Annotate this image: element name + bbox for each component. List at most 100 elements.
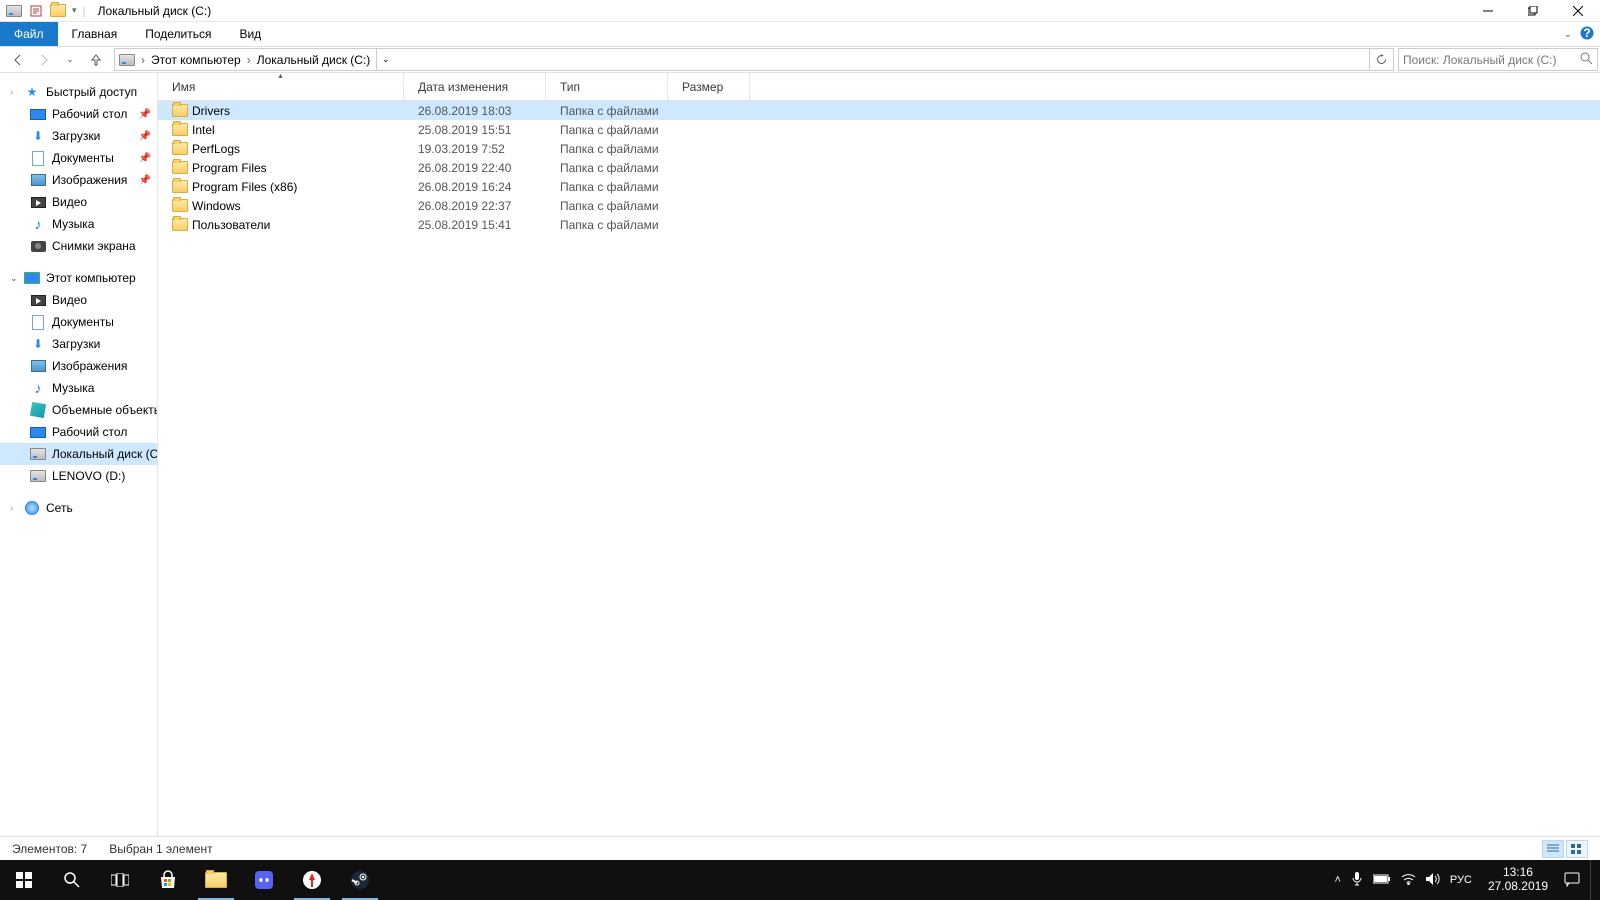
address-dropdown-icon[interactable]: ⌄	[376, 49, 394, 70]
column-date[interactable]: Дата изменения	[404, 73, 546, 100]
file-date: 26.08.2019 22:40	[418, 161, 511, 175]
show-desktop-button[interactable]	[1590, 860, 1596, 900]
nav-quick-access[interactable]: › ★ Быстрый доступ	[0, 81, 157, 103]
column-label: Тип	[560, 80, 580, 94]
taskbar-discord[interactable]	[240, 860, 288, 900]
column-label: Дата изменения	[418, 80, 508, 94]
folder-icon	[172, 122, 188, 138]
file-date: 26.08.2019 18:03	[418, 104, 511, 118]
tray-wifi-icon[interactable]	[1401, 873, 1416, 888]
nav-pc-downloads[interactable]: ⬇Загрузки	[0, 333, 157, 355]
forward-button[interactable]	[32, 48, 56, 72]
taskbar-steam[interactable]	[336, 860, 384, 900]
qat-dropdown-icon[interactable]: ▾	[72, 5, 77, 16]
tray-battery-icon[interactable]	[1373, 873, 1391, 887]
nav-pc-3d[interactable]: Объемные объекты	[0, 399, 157, 421]
nav-label: Загрузки	[52, 129, 100, 143]
tab-file[interactable]: Файл	[0, 22, 58, 46]
file-type: Папка с файлами	[560, 142, 659, 156]
system-tray: ˄ РУС 13:16 27.08.2019	[1334, 860, 1600, 900]
nav-pc-video[interactable]: Видео	[0, 289, 157, 311]
chevron-right-icon[interactable]: ›	[247, 53, 251, 67]
taskbar-explorer[interactable]	[192, 860, 240, 900]
camera-icon	[30, 238, 46, 254]
tray-chevron-up-icon[interactable]: ˄	[1334, 874, 1340, 886]
nav-pc-cdrive[interactable]: Локальный диск (C:)	[0, 443, 157, 465]
tray-microphone-icon[interactable]	[1351, 872, 1363, 889]
column-size[interactable]: Размер	[668, 73, 750, 100]
column-label: Размер	[682, 80, 723, 94]
star-icon: ★	[24, 84, 40, 100]
properties-icon[interactable]	[28, 3, 44, 19]
tab-view[interactable]: Вид	[225, 22, 275, 46]
breadcrumb-current[interactable]: Локальный диск (C:)	[257, 53, 371, 67]
refresh-button[interactable]	[1369, 49, 1393, 70]
video-icon	[30, 292, 46, 308]
file-row[interactable]: Пользователи25.08.2019 15:41Папка с файл…	[158, 215, 1600, 234]
start-button[interactable]	[0, 860, 48, 900]
file-date: 26.08.2019 22:37	[418, 199, 511, 213]
file-row[interactable]: PerfLogs19.03.2019 7:52Папка с файлами	[158, 139, 1600, 158]
breadcrumb-this-pc[interactable]: Этот компьютер	[151, 53, 241, 67]
search-box[interactable]: Поиск: Локальный диск (C:)	[1398, 48, 1598, 71]
ribbon-expand-icon[interactable]: ⌄	[1564, 29, 1572, 40]
nav-pc-pictures[interactable]: Изображения	[0, 355, 157, 377]
maximize-button[interactable]	[1510, 0, 1555, 22]
nav-pictures[interactable]: Изображения📌	[0, 169, 157, 191]
file-name: Intel	[192, 123, 215, 137]
tray-language[interactable]: РУС	[1450, 874, 1472, 886]
chevron-down-icon: ⌄	[10, 273, 18, 284]
drive-icon	[6, 3, 22, 19]
back-button[interactable]	[6, 48, 30, 72]
address-box[interactable]: › Этот компьютер › Локальный диск (C:) ⌄	[114, 48, 1394, 71]
up-button[interactable]	[84, 48, 108, 72]
file-row[interactable]: Program Files (x86)26.08.2019 16:24Папка…	[158, 177, 1600, 196]
recent-dropdown-icon[interactable]: ⌄	[58, 48, 82, 72]
nav-network[interactable]: › Сеть	[0, 497, 157, 519]
pc-icon	[24, 270, 40, 286]
file-name: Drivers	[192, 104, 230, 118]
nav-screenshots[interactable]: Снимки экрана	[0, 235, 157, 257]
music-icon: ♪	[30, 216, 46, 232]
nav-label: Рабочий стол	[52, 425, 127, 439]
column-name[interactable]: ▴Имя	[158, 73, 404, 100]
search-icon[interactable]	[1580, 52, 1593, 68]
nav-pc-ddrive[interactable]: LENOVO (D:)	[0, 465, 157, 487]
nav-label: Загрузки	[52, 337, 100, 351]
nav-music[interactable]: ♪Музыка	[0, 213, 157, 235]
tray-notifications-icon[interactable]	[1564, 871, 1580, 890]
column-type[interactable]: Тип	[546, 73, 668, 100]
taskbar-yandex[interactable]	[288, 860, 336, 900]
file-row[interactable]: Drivers26.08.2019 18:03Папка с файлами	[158, 101, 1600, 120]
nav-pc-desktop[interactable]: Рабочий стол	[0, 421, 157, 443]
tab-share[interactable]: Поделиться	[131, 22, 225, 46]
nav-this-pc[interactable]: ⌄ Этот компьютер	[0, 267, 157, 289]
file-name: Program Files (x86)	[192, 180, 297, 194]
drive-icon	[30, 468, 46, 484]
minimize-button[interactable]	[1465, 0, 1510, 22]
nav-desktop[interactable]: Рабочий стол📌	[0, 103, 157, 125]
search-button[interactable]	[48, 860, 96, 900]
tab-home[interactable]: Главная	[58, 22, 132, 46]
tray-volume-icon[interactable]	[1426, 873, 1440, 888]
task-view-button[interactable]	[96, 860, 144, 900]
close-button[interactable]	[1555, 0, 1600, 22]
navigation-pane: › ★ Быстрый доступ Рабочий стол📌 ⬇Загруз…	[0, 73, 158, 836]
details-view-button[interactable]	[1542, 840, 1564, 858]
tray-clock[interactable]: 13:16 27.08.2019	[1482, 866, 1554, 894]
nav-label: Документы	[52, 151, 114, 165]
file-row[interactable]: Program Files26.08.2019 22:40Папка с фай…	[158, 158, 1600, 177]
nav-video[interactable]: Видео	[0, 191, 157, 213]
help-icon[interactable]: ?	[1580, 26, 1594, 43]
nav-documents[interactable]: Документы📌	[0, 147, 157, 169]
nav-downloads[interactable]: ⬇Загрузки📌	[0, 125, 157, 147]
file-row[interactable]: Intel25.08.2019 15:51Папка с файлами	[158, 120, 1600, 139]
taskbar-store[interactable]	[144, 860, 192, 900]
file-row[interactable]: Windows26.08.2019 22:37Папка с файлами	[158, 196, 1600, 215]
nav-pc-documents[interactable]: Документы	[0, 311, 157, 333]
sort-asc-icon: ▴	[278, 71, 282, 80]
nav-pc-music[interactable]: ♪Музыка	[0, 377, 157, 399]
chevron-right-icon[interactable]: ›	[141, 53, 145, 67]
icons-view-button[interactable]	[1566, 840, 1588, 858]
pin-icon: 📌	[139, 109, 151, 120]
